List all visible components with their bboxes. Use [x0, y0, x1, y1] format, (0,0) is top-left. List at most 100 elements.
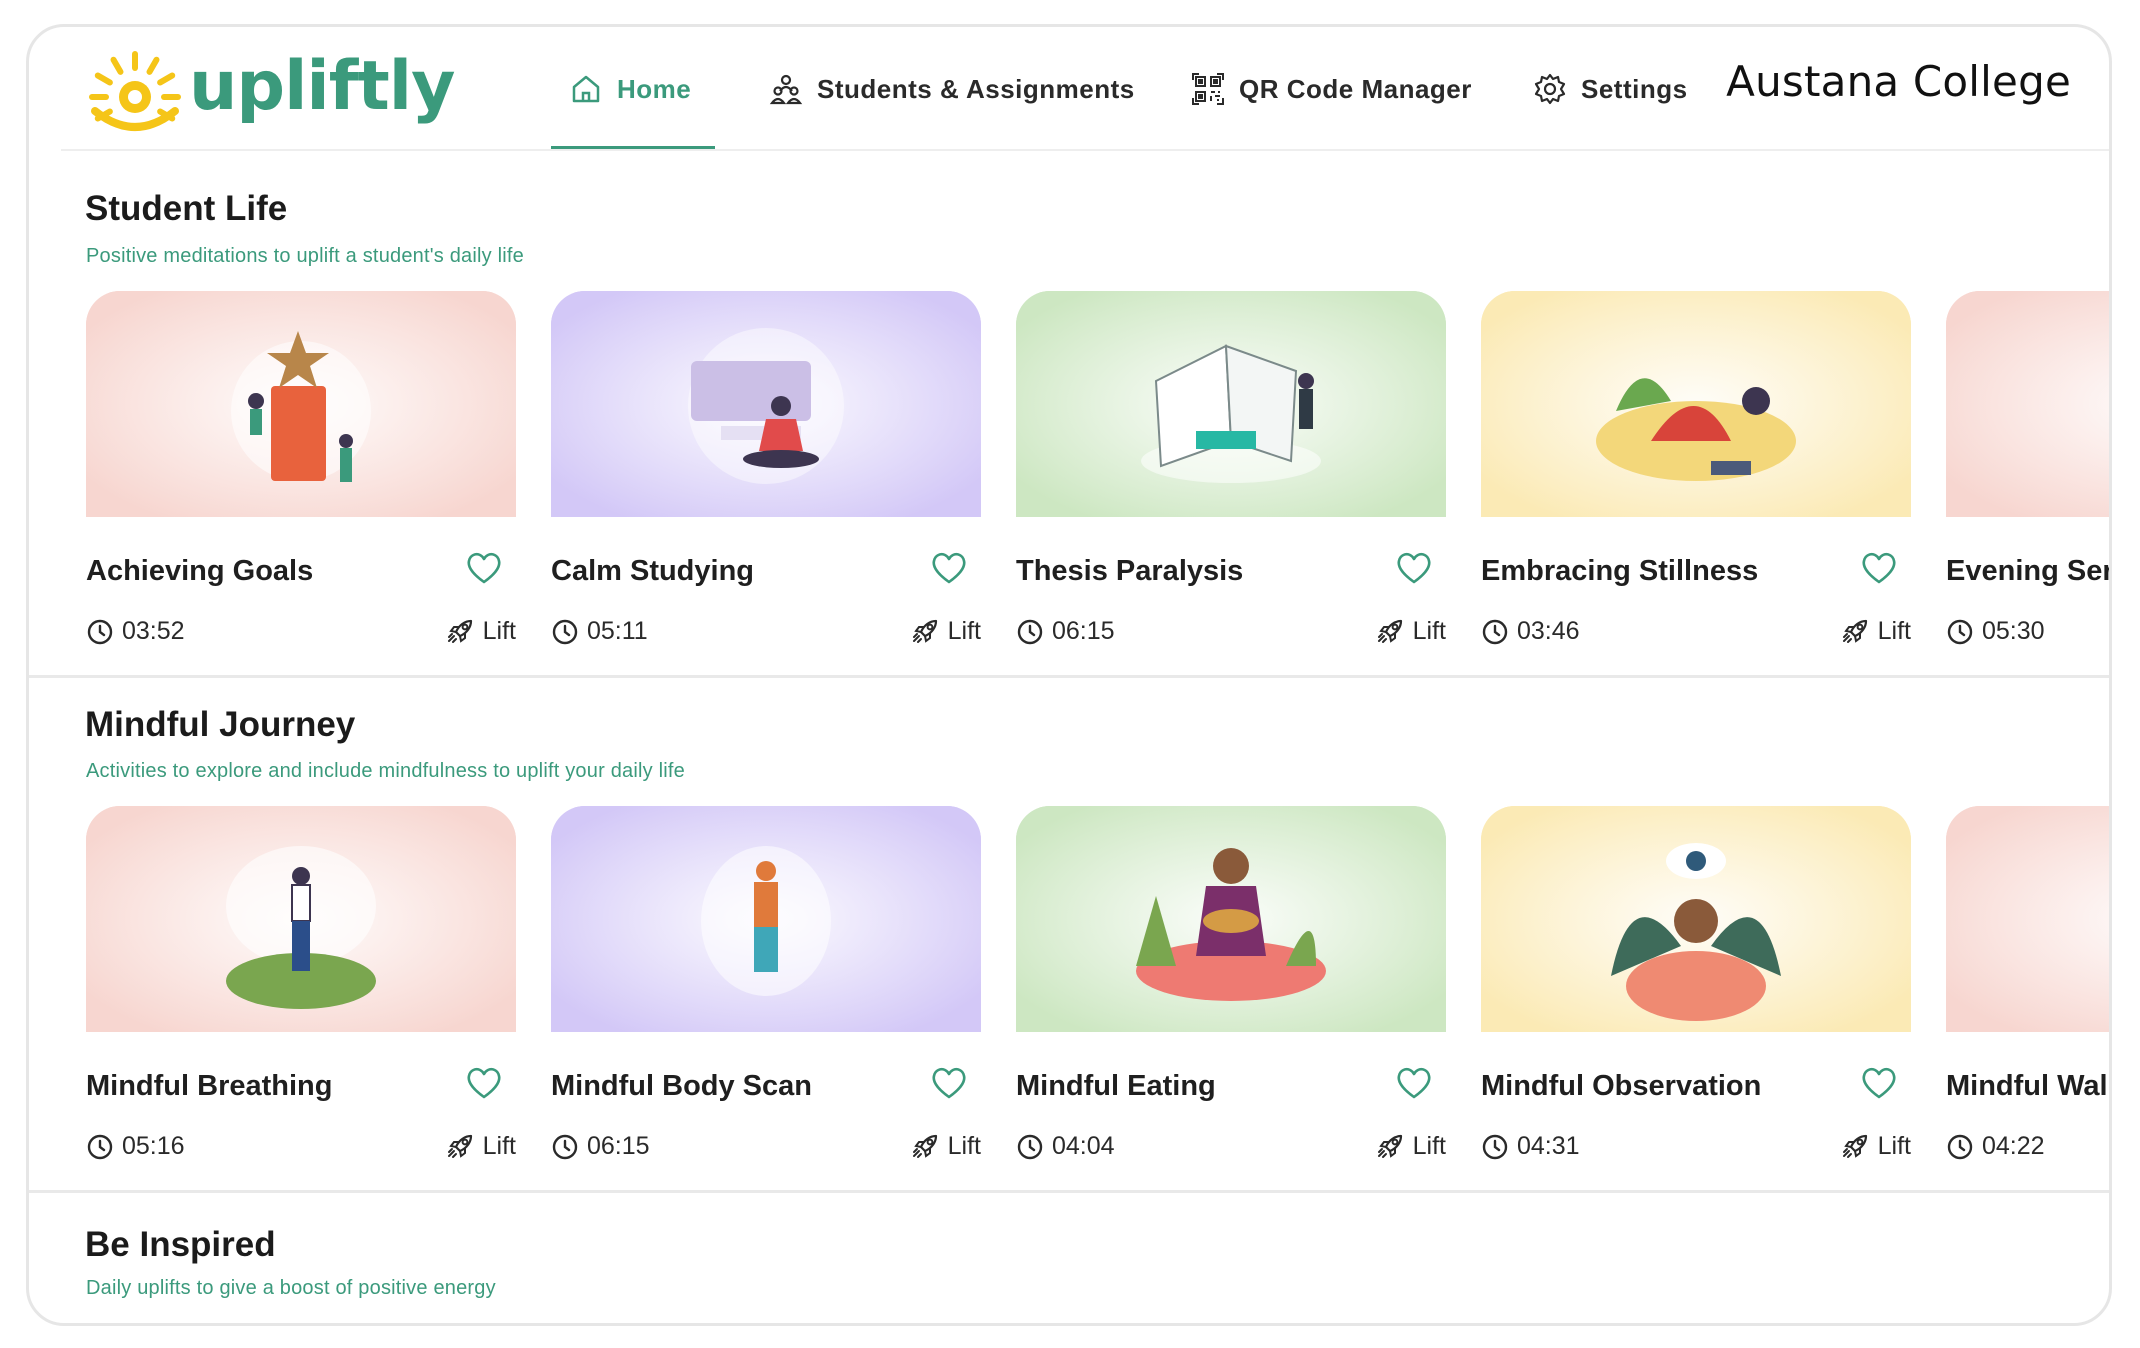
- card-title: Achieving Goals: [86, 555, 314, 587]
- card-duration: 03:46: [1481, 617, 1580, 646]
- card-thumbnail[interactable]: [1016, 806, 1446, 1032]
- heart-icon[interactable]: [1861, 551, 1897, 585]
- card-thumbnail[interactable]: [1481, 806, 1911, 1032]
- duration-value: 03:46: [1517, 617, 1580, 645]
- duration-value: 06:15: [1052, 617, 1115, 645]
- meditation-card[interactable]: Thesis Paralysis 06:15 Lift: [1016, 291, 1446, 671]
- app-window: upliftly Home Students & Assignments QR …: [26, 24, 2112, 1326]
- card-title: Evening Sere: [1946, 555, 2112, 587]
- section-subtitle: Daily uplifts to give a boost of positiv…: [86, 1277, 496, 1299]
- lift-button[interactable]: Lift: [1375, 615, 1446, 647]
- duration-value: 04:04: [1052, 1132, 1115, 1160]
- card-thumbnail[interactable]: [86, 806, 516, 1032]
- heart-icon[interactable]: [931, 1066, 967, 1100]
- heart-icon[interactable]: [931, 551, 967, 585]
- duration-value: 04:31: [1517, 1132, 1580, 1160]
- heart-icon[interactable]: [1861, 1066, 1897, 1100]
- card-thumbnail[interactable]: [1946, 806, 2109, 1032]
- lift-button[interactable]: Lift: [1840, 615, 1911, 647]
- card-title: Mindful Observation: [1481, 1070, 1762, 1102]
- nav-students-label: Students & Assignments: [817, 73, 1135, 104]
- lift-label: Lift: [1412, 616, 1446, 645]
- clock-icon: [1481, 1133, 1509, 1161]
- card-thumbnail[interactable]: [1946, 291, 2109, 517]
- rocket-icon: [445, 1130, 477, 1162]
- nav-qr-code-manager[interactable]: QR Code Manager: [1191, 27, 1472, 151]
- heart-icon[interactable]: [1396, 551, 1432, 585]
- clock-icon: [551, 1133, 579, 1161]
- meditation-card[interactable]: Mindful Wall 04:22: [1946, 806, 2112, 1186]
- rocket-icon: [1840, 1130, 1872, 1162]
- meditation-card[interactable]: Achieving Goals 03:52 Lift: [86, 291, 516, 671]
- people-icon: [769, 72, 803, 106]
- clock-icon: [551, 618, 579, 646]
- card-duration: 04:22: [1946, 1132, 2045, 1161]
- rocket-icon: [1375, 1130, 1407, 1162]
- lift-label: Lift: [482, 616, 516, 645]
- nav-settings-label: Settings: [1581, 73, 1688, 104]
- card-title: Mindful Body Scan: [551, 1070, 812, 1102]
- card-duration: 05:16: [86, 1132, 185, 1161]
- duration-value: 06:15: [587, 1132, 650, 1160]
- meditation-card[interactable]: Embracing Stillness 03:46 Lift: [1481, 291, 1911, 671]
- lift-button[interactable]: Lift: [1375, 1130, 1446, 1162]
- section-title: Student Life: [85, 189, 288, 228]
- rocket-icon: [1840, 615, 1872, 647]
- lift-label: Lift: [1877, 616, 1911, 645]
- header-divider: [61, 149, 2109, 151]
- card-duration: 05:30: [1946, 617, 2045, 646]
- heart-icon[interactable]: [466, 551, 502, 585]
- card-duration: 04:31: [1481, 1132, 1580, 1161]
- meditation-card[interactable]: Evening Sere 05:30: [1946, 291, 2112, 671]
- nav-settings[interactable]: Settings: [1533, 27, 1688, 151]
- rocket-icon: [1375, 615, 1407, 647]
- duration-value: 05:30: [1982, 617, 2045, 645]
- nav-qr-label: QR Code Manager: [1239, 73, 1472, 104]
- heart-icon[interactable]: [466, 1066, 502, 1100]
- card-title: Mindful Eating: [1016, 1070, 1216, 1102]
- meditation-card[interactable]: Mindful Breathing 05:16 Lift: [86, 806, 516, 1186]
- section-divider: [29, 1190, 2109, 1193]
- meditation-card[interactable]: Mindful Eating 04:04 Lift: [1016, 806, 1446, 1186]
- card-thumbnail[interactable]: [1016, 291, 1446, 517]
- lift-button[interactable]: Lift: [1840, 1130, 1911, 1162]
- section-subtitle: Positive meditations to uplift a student…: [86, 245, 524, 267]
- clock-icon: [1946, 618, 1974, 646]
- card-thumbnail[interactable]: [551, 806, 981, 1032]
- sun-logo-icon: [89, 51, 181, 131]
- top-navigation-bar: upliftly Home Students & Assignments QR …: [29, 27, 2109, 151]
- gear-icon: [1533, 72, 1567, 106]
- meditation-card[interactable]: Calm Studying 05:11 Lift: [551, 291, 981, 671]
- nav-home[interactable]: Home: [569, 27, 691, 151]
- duration-value: 03:52: [122, 617, 185, 645]
- lift-button[interactable]: Lift: [910, 1130, 981, 1162]
- section-title: Be Inspired: [85, 1225, 276, 1264]
- card-thumbnail[interactable]: [86, 291, 516, 517]
- duration-value: 04:22: [1982, 1132, 2045, 1160]
- lift-label: Lift: [947, 616, 981, 645]
- clock-icon: [1016, 1133, 1044, 1161]
- card-thumbnail[interactable]: [551, 291, 981, 517]
- clock-icon: [1946, 1133, 1974, 1161]
- card-duration: 04:04: [1016, 1132, 1115, 1161]
- lift-button[interactable]: Lift: [910, 615, 981, 647]
- duration-value: 05:11: [587, 617, 648, 645]
- duration-value: 05:16: [122, 1132, 185, 1160]
- lift-button[interactable]: Lift: [445, 615, 516, 647]
- brand-logo[interactable]: upliftly: [89, 45, 455, 137]
- card-title: Mindful Wall: [1946, 1070, 2112, 1102]
- card-thumbnail[interactable]: [1481, 291, 1911, 517]
- lift-label: Lift: [1412, 1131, 1446, 1160]
- rocket-icon: [445, 615, 477, 647]
- section-subtitle: Activities to explore and include mindfu…: [86, 760, 685, 782]
- heart-icon[interactable]: [1396, 1066, 1432, 1100]
- meditation-card[interactable]: Mindful Observation 04:31 Lift: [1481, 806, 1911, 1186]
- nav-students-assignments[interactable]: Students & Assignments: [769, 27, 1135, 151]
- lift-button[interactable]: Lift: [445, 1130, 516, 1162]
- card-title: Calm Studying: [551, 555, 755, 587]
- rocket-icon: [910, 1130, 942, 1162]
- brand-name: upliftly: [189, 47, 455, 126]
- lift-label: Lift: [947, 1131, 981, 1160]
- qr-code-icon: [1191, 72, 1225, 106]
- meditation-card[interactable]: Mindful Body Scan 06:15 Lift: [551, 806, 981, 1186]
